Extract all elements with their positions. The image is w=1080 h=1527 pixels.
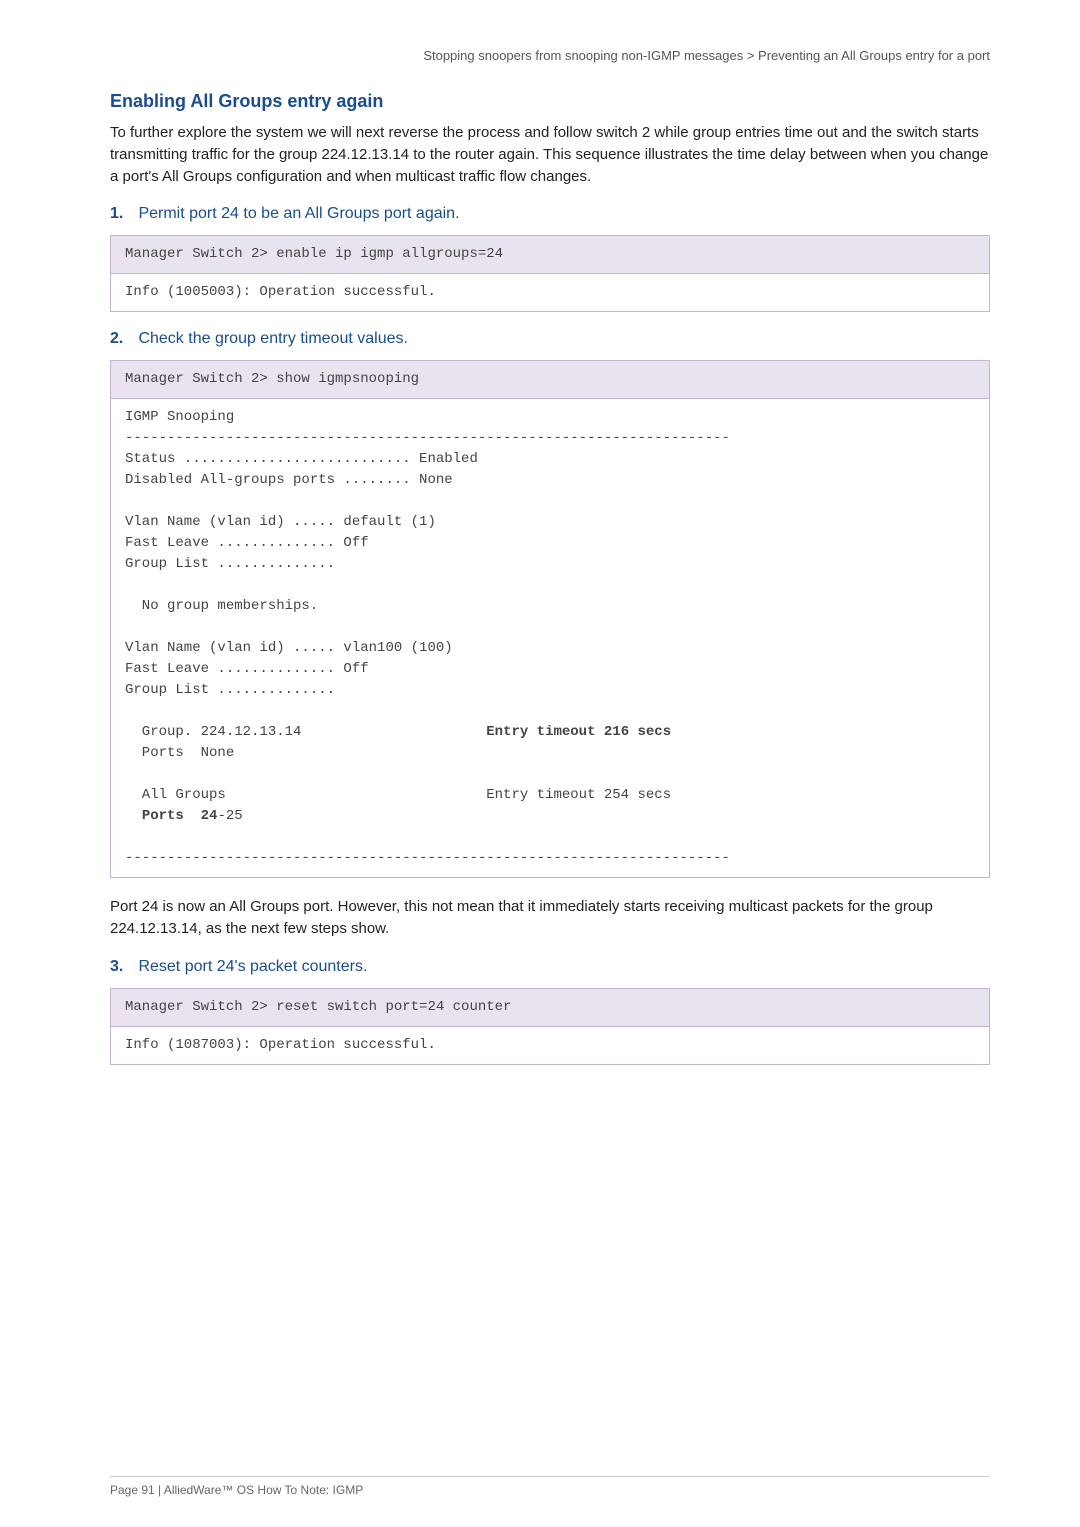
code-3-cmd: Manager Switch 2> reset switch port=24 c… — [111, 989, 989, 1027]
code-2-tail: ----------------------------------------… — [125, 850, 730, 866]
code-2-ports-none: Ports None — [125, 745, 234, 761]
code-2-ports-rest: -25 — [217, 808, 242, 824]
code-3-out: Info (1087003): Operation successful. — [111, 1027, 989, 1064]
code-2-group-bold: Entry timeout 216 secs — [486, 724, 671, 740]
code-1-out: Info (1005003): Operation successful. — [111, 274, 989, 311]
section-title: Enabling All Groups entry again — [110, 91, 990, 112]
step-1: 1. Permit port 24 to be an All Groups po… — [110, 205, 990, 223]
code-block-1: Manager Switch 2> enable ip igmp allgrou… — [110, 235, 990, 312]
code-block-2: Manager Switch 2> show igmpsnooping IGMP… — [110, 360, 990, 878]
code-2-out: IGMP Snooping --------------------------… — [111, 399, 989, 877]
step-3-text: Reset port 24's packet counters. — [138, 958, 367, 975]
breadcrumb: Stopping snoopers from snooping non-IGMP… — [110, 48, 990, 63]
code-2-ports-pad — [125, 808, 142, 824]
step-3: 3. Reset port 24's packet counters. — [110, 958, 990, 976]
step-3-num: 3. — [110, 958, 134, 976]
code-2-allgroups: All Groups Entry timeout 254 secs — [125, 787, 671, 803]
code-2-cmd: Manager Switch 2> show igmpsnooping — [111, 361, 989, 399]
code-1-cmd: Manager Switch 2> enable ip igmp allgrou… — [111, 236, 989, 274]
step-1-num: 1. — [110, 205, 134, 223]
code-2-ports-bold: Ports 24 — [142, 808, 218, 824]
step-2-num: 2. — [110, 330, 134, 348]
step-2-text: Check the group entry timeout values. — [138, 330, 407, 347]
breadcrumb-sep: > — [743, 48, 758, 63]
code-2-group-left: Group. 224.12.13.14 — [125, 724, 486, 740]
code-2-pre1: IGMP Snooping --------------------------… — [125, 409, 730, 698]
intro-paragraph: To further explore the system we will ne… — [110, 122, 990, 187]
mid-paragraph: Port 24 is now an All Groups port. Howev… — [110, 896, 990, 940]
step-2: 2. Check the group entry timeout values. — [110, 330, 990, 348]
breadcrumb-right: Preventing an All Groups entry for a por… — [758, 48, 990, 63]
breadcrumb-left: Stopping snoopers from snooping non-IGMP… — [423, 48, 743, 63]
code-block-3: Manager Switch 2> reset switch port=24 c… — [110, 988, 990, 1065]
page-footer: Page 91 | AlliedWare™ OS How To Note: IG… — [110, 1476, 990, 1497]
step-1-text: Permit port 24 to be an All Groups port … — [138, 205, 459, 222]
